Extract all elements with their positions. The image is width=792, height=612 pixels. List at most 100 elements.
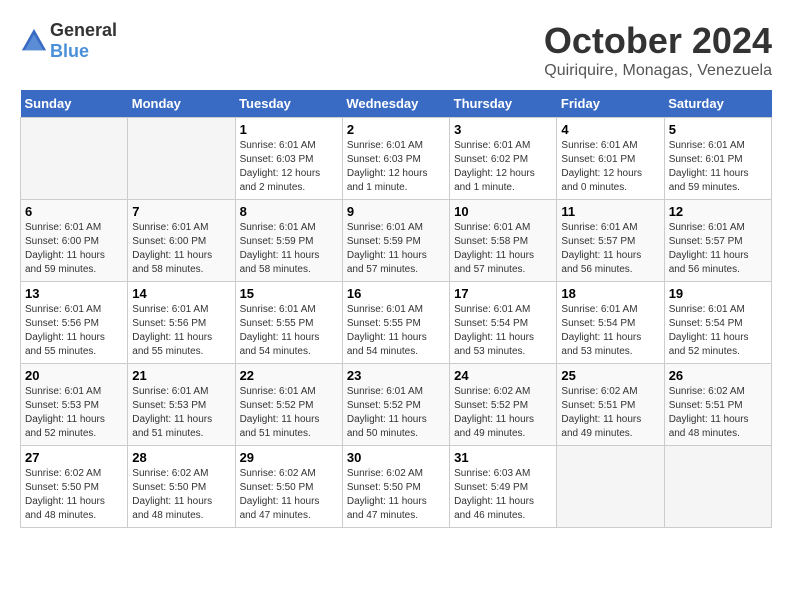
day-number: 19 xyxy=(669,286,767,301)
day-detail: Sunrise: 6:01 AMSunset: 6:00 PMDaylight:… xyxy=(25,221,123,277)
calendar-cell: 17 Sunrise: 6:01 AMSunset: 5:54 PMDayligh… xyxy=(450,282,557,364)
day-detail: Sunrise: 6:02 AMSunset: 5:50 PMDaylight:… xyxy=(132,467,230,523)
calendar-cell: 6 Sunrise: 6:01 AMSunset: 6:00 PMDaylight… xyxy=(21,200,128,282)
day-detail: Sunrise: 6:02 AMSunset: 5:52 PMDaylight:… xyxy=(454,385,552,441)
calendar-cell: 24 Sunrise: 6:02 AMSunset: 5:52 PMDayligh… xyxy=(450,364,557,446)
title-block: October 2024 Quiriquire, Monagas, Venezu… xyxy=(544,20,772,80)
day-number: 3 xyxy=(454,122,552,137)
day-number: 10 xyxy=(454,204,552,219)
day-number: 14 xyxy=(132,286,230,301)
day-detail: Sunrise: 6:02 AMSunset: 5:50 PMDaylight:… xyxy=(240,467,338,523)
calendar-cell: 23Sunrise: 6:01 AMSunset: 5:52 PMDayligh… xyxy=(342,364,449,446)
calendar-cell: 26 Sunrise: 6:02 AMSunset: 5:51 PMDayligh… xyxy=(664,364,771,446)
month-title: October 2024 xyxy=(544,20,772,62)
day-number: 6 xyxy=(25,204,123,219)
calendar-cell: 30 Sunrise: 6:02 AMSunset: 5:50 PMDayligh… xyxy=(342,446,449,528)
day-detail: Sunrise: 6:01 AMSunset: 6:01 PMDaylight:… xyxy=(561,139,659,195)
calendar-cell: 18 Sunrise: 6:01 AMSunset: 5:54 PMDayligh… xyxy=(557,282,664,364)
calendar-cell: 4 Sunrise: 6:01 AMSunset: 6:01 PMDaylight… xyxy=(557,118,664,200)
day-detail: Sunrise: 6:01 AMSunset: 5:53 PMDaylight:… xyxy=(132,385,230,441)
day-number: 16 xyxy=(347,286,445,301)
day-number: 18 xyxy=(561,286,659,301)
day-number: 22 xyxy=(240,368,338,383)
weekday-header: Thursday xyxy=(450,90,557,118)
day-number: 2 xyxy=(347,122,445,137)
calendar-cell: 8 Sunrise: 6:01 AMSunset: 5:59 PMDaylight… xyxy=(235,200,342,282)
day-detail: Sunrise: 6:01 AMSunset: 5:53 PMDaylight:… xyxy=(25,385,123,441)
logo: General Blue xyxy=(20,20,117,62)
calendar-cell: 27 Sunrise: 6:02 AMSunset: 5:50 PMDayligh… xyxy=(21,446,128,528)
day-detail: Sunrise: 6:01 AMSunset: 5:57 PMDaylight:… xyxy=(669,221,767,277)
day-detail: Sunrise: 6:01 AMSunset: 5:56 PMDaylight:… xyxy=(132,303,230,359)
calendar-week-row: 27 Sunrise: 6:02 AMSunset: 5:50 PMDayligh… xyxy=(21,446,772,528)
calendar-cell: 7Sunrise: 6:01 AMSunset: 6:00 PMDaylight… xyxy=(128,200,235,282)
weekday-header: Sunday xyxy=(21,90,128,118)
day-number: 27 xyxy=(25,450,123,465)
calendar-cell xyxy=(664,446,771,528)
calendar-cell: 14 Sunrise: 6:01 AMSunset: 5:56 PMDayligh… xyxy=(128,282,235,364)
day-detail: Sunrise: 6:01 AMSunset: 5:54 PMDaylight:… xyxy=(561,303,659,359)
day-number: 25 xyxy=(561,368,659,383)
calendar-cell: 22 Sunrise: 6:01 AMSunset: 5:52 PMDayligh… xyxy=(235,364,342,446)
calendar-cell: 2Sunrise: 6:01 AMSunset: 6:03 PMDaylight… xyxy=(342,118,449,200)
day-number: 5 xyxy=(669,122,767,137)
day-detail: Sunrise: 6:01 AMSunset: 5:58 PMDaylight:… xyxy=(454,221,552,277)
calendar-cell: 21 Sunrise: 6:01 AMSunset: 5:53 PMDayligh… xyxy=(128,364,235,446)
calendar-cell: 5Sunrise: 6:01 AMSunset: 6:01 PMDaylight… xyxy=(664,118,771,200)
day-detail: Sunrise: 6:02 AMSunset: 5:50 PMDaylight:… xyxy=(25,467,123,523)
calendar-cell: 3Sunrise: 6:01 AMSunset: 6:02 PMDaylight… xyxy=(450,118,557,200)
day-number: 31 xyxy=(454,450,552,465)
day-detail: Sunrise: 6:01 AMSunset: 5:59 PMDaylight:… xyxy=(240,221,338,277)
calendar-cell: 31 Sunrise: 6:03 AMSunset: 5:49 PMDayligh… xyxy=(450,446,557,528)
day-detail: Sunrise: 6:01 AMSunset: 5:52 PMDaylight:… xyxy=(240,385,338,441)
day-number: 4 xyxy=(561,122,659,137)
calendar-cell: 28 Sunrise: 6:02 AMSunset: 5:50 PMDayligh… xyxy=(128,446,235,528)
day-detail: Sunrise: 6:01 AMSunset: 5:55 PMDaylight:… xyxy=(347,303,445,359)
day-detail: Sunrise: 6:01 AMSunset: 5:57 PMDaylight:… xyxy=(561,221,659,277)
day-detail: Sunrise: 6:01 AMSunset: 5:54 PMDaylight:… xyxy=(454,303,552,359)
day-number: 13 xyxy=(25,286,123,301)
day-number: 28 xyxy=(132,450,230,465)
day-number: 11 xyxy=(561,204,659,219)
calendar-cell: 20 Sunrise: 6:01 AMSunset: 5:53 PMDayligh… xyxy=(21,364,128,446)
day-detail: Sunrise: 6:02 AMSunset: 5:51 PMDaylight:… xyxy=(561,385,659,441)
calendar-cell: 25 Sunrise: 6:02 AMSunset: 5:51 PMDayligh… xyxy=(557,364,664,446)
weekday-header: Wednesday xyxy=(342,90,449,118)
calendar-cell: 16 Sunrise: 6:01 AMSunset: 5:55 PMDayligh… xyxy=(342,282,449,364)
day-detail: Sunrise: 6:03 AMSunset: 5:49 PMDaylight:… xyxy=(454,467,552,523)
logo-blue-text: Blue xyxy=(50,41,89,61)
weekday-header: Monday xyxy=(128,90,235,118)
day-detail: Sunrise: 6:01 AMSunset: 5:55 PMDaylight:… xyxy=(240,303,338,359)
day-number: 8 xyxy=(240,204,338,219)
logo-icon xyxy=(20,27,48,55)
weekday-header-row: SundayMondayTuesdayWednesdayThursdayFrid… xyxy=(21,90,772,118)
day-detail: Sunrise: 6:02 AMSunset: 5:51 PMDaylight:… xyxy=(669,385,767,441)
calendar-table: SundayMondayTuesdayWednesdayThursdayFrid… xyxy=(20,90,772,528)
day-number: 17 xyxy=(454,286,552,301)
day-detail: Sunrise: 6:02 AMSunset: 5:50 PMDaylight:… xyxy=(347,467,445,523)
weekday-header: Tuesday xyxy=(235,90,342,118)
day-number: 24 xyxy=(454,368,552,383)
day-number: 12 xyxy=(669,204,767,219)
day-number: 30 xyxy=(347,450,445,465)
calendar-week-row: 20 Sunrise: 6:01 AMSunset: 5:53 PMDayligh… xyxy=(21,364,772,446)
day-detail: Sunrise: 6:01 AMSunset: 5:54 PMDaylight:… xyxy=(669,303,767,359)
calendar-cell xyxy=(557,446,664,528)
calendar-week-row: 13 Sunrise: 6:01 AMSunset: 5:56 PMDayligh… xyxy=(21,282,772,364)
calendar-cell: 12 Sunrise: 6:01 AMSunset: 5:57 PMDayligh… xyxy=(664,200,771,282)
day-number: 20 xyxy=(25,368,123,383)
day-detail: Sunrise: 6:01 AMSunset: 5:59 PMDaylight:… xyxy=(347,221,445,277)
day-number: 26 xyxy=(669,368,767,383)
day-detail: Sunrise: 6:01 AMSunset: 5:56 PMDaylight:… xyxy=(25,303,123,359)
location-title: Quiriquire, Monagas, Venezuela xyxy=(544,62,772,80)
day-number: 21 xyxy=(132,368,230,383)
calendar-cell: 29Sunrise: 6:02 AMSunset: 5:50 PMDayligh… xyxy=(235,446,342,528)
calendar-cell: 15 Sunrise: 6:01 AMSunset: 5:55 PMDayligh… xyxy=(235,282,342,364)
day-number: 23 xyxy=(347,368,445,383)
calendar-week-row: 1Sunrise: 6:01 AMSunset: 6:03 PMDaylight… xyxy=(21,118,772,200)
day-number: 15 xyxy=(240,286,338,301)
logo-general-text: General xyxy=(50,20,117,40)
weekday-header: Friday xyxy=(557,90,664,118)
calendar-cell: 10 Sunrise: 6:01 AMSunset: 5:58 PMDayligh… xyxy=(450,200,557,282)
calendar-cell: 9Sunrise: 6:01 AMSunset: 5:59 PMDaylight… xyxy=(342,200,449,282)
